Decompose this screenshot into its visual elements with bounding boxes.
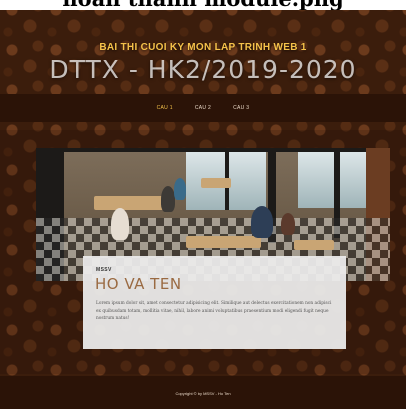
nav-item-cau-1[interactable]: CAU 1	[157, 105, 173, 111]
page-title: DTTX - HK2/2019-2020	[49, 55, 357, 84]
card-description: Lorem ipsum dolor sit, amet consectetur …	[96, 301, 332, 321]
main-navbar: CAU 1 CAU 2 CAU 3	[0, 94, 406, 122]
student-info-card: MSSV HO VA TEN Lorem ipsum dolor sit, am…	[83, 256, 346, 349]
nav-item-cau-2[interactable]: CAU 2	[195, 105, 211, 111]
student-name: HO VA TEN	[95, 275, 182, 293]
student-id-label: MSSV	[96, 267, 112, 273]
copyright-text: Copyright © by MSSV - Ho Ten	[175, 391, 231, 396]
course-subtitle: BAI THI CUOI KY MON LAP TRINH WEB 1	[99, 42, 307, 53]
nav-item-cau-3[interactable]: CAU 3	[233, 105, 249, 111]
site-footer: Copyright © by MSSV - Ho Ten	[0, 376, 406, 409]
site-header: BAI THI CUOI KY MON LAP TRINH WEB 1 DTTX…	[0, 10, 406, 100]
image-caption: hoàn thành module.png	[0, 0, 406, 10]
